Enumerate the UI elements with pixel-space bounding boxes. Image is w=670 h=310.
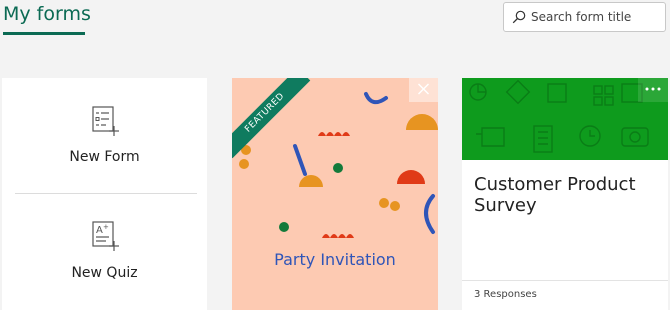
search-box[interactable] — [503, 2, 666, 32]
dismiss-featured-button[interactable] — [409, 78, 438, 102]
card-footer-divider — [462, 280, 668, 281]
more-options-icon — [645, 87, 661, 91]
search-icon — [512, 10, 526, 24]
customer-product-survey-card[interactable]: Customer Product Survey 3 Responses — [462, 78, 668, 310]
svg-text:+: + — [103, 223, 109, 231]
quiz-add-icon: A + — [92, 221, 119, 251]
svg-text:A: A — [96, 225, 103, 236]
party-invitation-title: Party Invitation — [274, 250, 396, 269]
new-form-label: New Form — [69, 149, 140, 165]
tab-my-forms[interactable]: My forms — [3, 3, 91, 25]
new-quiz-label: New Quiz — [71, 265, 138, 281]
survey-title: Customer Product Survey — [474, 174, 636, 216]
active-tab-indicator — [3, 32, 85, 35]
party-invitation-card[interactable]: FEATURED Party Invitation — [232, 78, 438, 310]
response-count: 3 Responses — [474, 289, 537, 300]
more-options-button[interactable] — [638, 78, 668, 102]
new-form-button[interactable]: New Form — [2, 78, 207, 193]
close-icon — [418, 83, 429, 95]
form-add-icon — [92, 106, 119, 136]
new-quiz-button[interactable]: A + New Quiz — [2, 194, 207, 309]
new-item-card: New Form A + New Quiz — [2, 78, 207, 310]
search-input[interactable] — [531, 10, 656, 24]
